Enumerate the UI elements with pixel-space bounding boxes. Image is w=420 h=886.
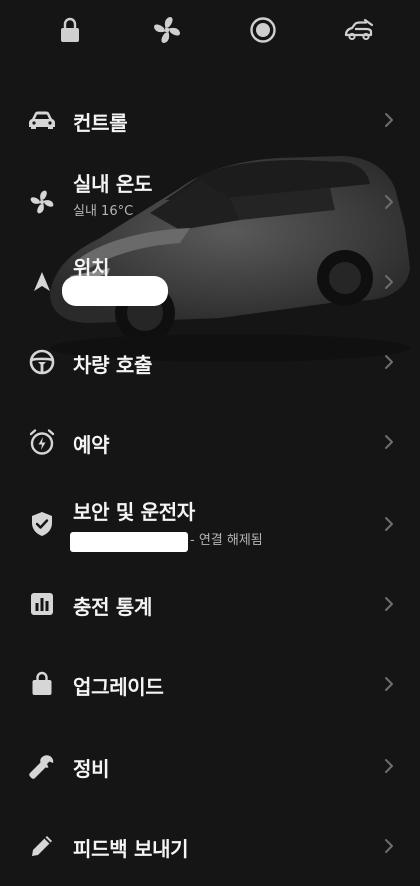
menu-item-send-feedback[interactable]: 피드백 보내기 [0, 806, 420, 886]
car-icon [28, 106, 56, 134]
menu-item-climate[interactable]: 실내 온도 실내 16°C [0, 162, 420, 242]
alarm-clock-icon [28, 428, 56, 456]
redacted-location [62, 276, 168, 306]
menu-item-security-drivers[interactable]: 보안 및 운전자 - 연결 해제됨 [0, 484, 420, 564]
chevron-right-icon [385, 275, 393, 289]
menu-label: 피드백 보내기 [73, 837, 189, 861]
bar-chart-icon [28, 590, 56, 618]
quick-actions-bar [0, 0, 420, 62]
chevron-right-icon [385, 113, 393, 127]
connection-status: - 연결 해제됨 [190, 533, 263, 548]
lock-icon[interactable] [53, 13, 87, 47]
menu-label: 업그레이드 [73, 675, 164, 699]
menu-label: 예약 [73, 433, 110, 457]
menu-item-controls[interactable]: 컨트롤 [0, 80, 420, 160]
pencil-icon [28, 832, 56, 860]
menu-label: 실내 온도 [73, 172, 153, 196]
record-icon[interactable] [246, 13, 280, 47]
interior-temperature: 실내 16°C [73, 204, 134, 219]
navigation-arrow-icon [28, 268, 56, 296]
chevron-right-icon [385, 195, 393, 209]
chevron-right-icon [385, 759, 393, 773]
menu-item-charging-stats[interactable]: 충전 통계 [0, 564, 420, 644]
menu-item-summon[interactable]: 차량 호출 [0, 322, 420, 402]
fan-icon [28, 188, 56, 216]
fan-icon[interactable] [150, 13, 184, 47]
chevron-right-icon [385, 517, 393, 531]
menu-item-upgrades[interactable]: 업그레이드 [0, 644, 420, 724]
menu-label: 정비 [73, 757, 110, 781]
wrench-icon [28, 752, 56, 780]
menu-label: 컨트롤 [73, 111, 128, 135]
chevron-right-icon [385, 839, 393, 853]
shield-check-icon [28, 510, 56, 538]
redacted-driver-name [70, 532, 188, 552]
steering-wheel-icon [28, 348, 56, 376]
chevron-right-icon [385, 597, 393, 611]
menu-label: 충전 통계 [73, 595, 153, 619]
menu-label: 보안 및 운전자 [73, 500, 195, 524]
menu-item-location[interactable]: 위치 [0, 242, 420, 322]
chevron-right-icon [385, 355, 393, 369]
car-frunk-icon[interactable] [342, 13, 376, 47]
chevron-right-icon [385, 677, 393, 691]
shopping-bag-icon [28, 670, 56, 698]
menu-item-service[interactable]: 정비 [0, 726, 420, 806]
menu-label: 차량 호출 [73, 353, 153, 377]
menu-item-schedule[interactable]: 예약 [0, 402, 420, 482]
chevron-right-icon [385, 435, 393, 449]
